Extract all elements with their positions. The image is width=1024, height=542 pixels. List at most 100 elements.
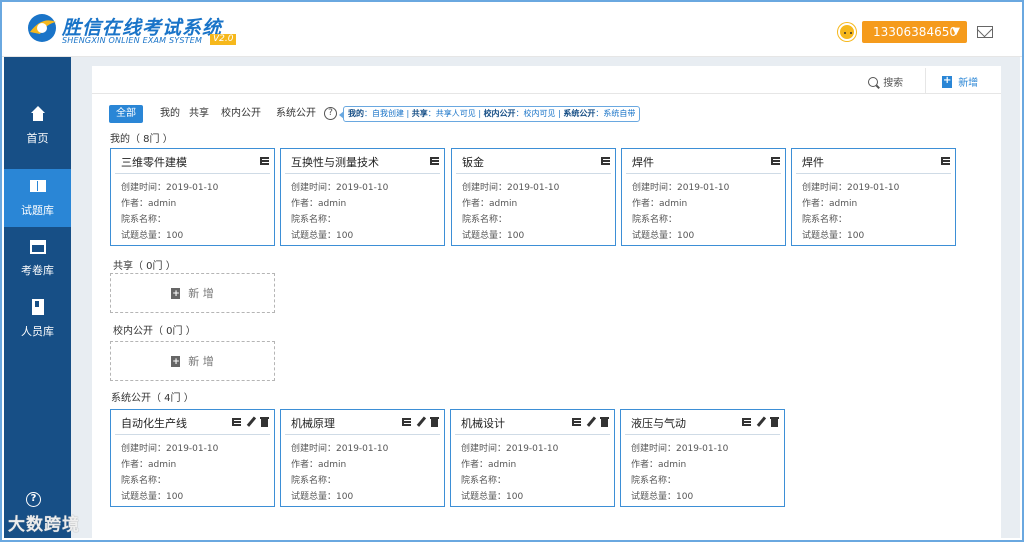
menu-icon[interactable] <box>402 417 412 427</box>
card-title[interactable]: 焊件 <box>632 154 654 170</box>
add-shared-card[interactable]: 新 增 <box>110 273 275 314</box>
menu-icon[interactable] <box>771 156 781 166</box>
add-new-button[interactable]: 新增 <box>942 74 978 89</box>
card-title[interactable]: 自动化生产线 <box>121 415 187 431</box>
field-label: 作者： <box>291 199 319 209</box>
card-dept-row: 院系名称： <box>632 212 785 228</box>
card-total: 100 <box>166 492 184 502</box>
card-body: 创建时间：2019-01-10 作者：admin 院系名称： 试题总量：100 <box>792 174 955 244</box>
card-title[interactable]: 钣金 <box>462 154 484 170</box>
calendar-icon <box>29 238 46 254</box>
sidebar-item-people[interactable]: 人员库 <box>4 290 71 348</box>
course-card[interactable]: 焊件创建时间：2019-01-10 作者：admin 院系名称： 试题总量：100 <box>791 148 956 246</box>
add-new-label: 新增 <box>958 78 979 89</box>
field-label: 作者： <box>291 460 319 470</box>
search-button[interactable]: 搜索 <box>868 74 903 89</box>
mail-icon[interactable] <box>977 26 993 38</box>
legend-value: ：共享人可见 | <box>427 109 484 118</box>
course-card[interactable]: 液压与气动创建时间：2019-01-10 作者：admin 院系名称： 试题总量：10… <box>620 409 785 507</box>
card-total-row: 试题总量：100 <box>291 489 444 505</box>
card-total: 100 <box>506 492 524 502</box>
course-card[interactable]: 机械原理 创建时间：2019-01-10 作者：admin 院系名称： 试题总量：100 <box>280 409 445 507</box>
card-total: 100 <box>677 231 695 241</box>
filter-mine[interactable]: 我的 <box>160 105 180 123</box>
field-label: 试题总量： <box>291 231 337 241</box>
field-label: 作者： <box>121 199 149 209</box>
menu-icon[interactable] <box>232 417 242 427</box>
user-avatar-icon[interactable] <box>838 23 856 41</box>
course-card[interactable]: 焊件创建时间：2019-01-10 作者：admin 院系名称： 试题总量：100 <box>621 148 786 246</box>
field-label: 创建时间： <box>632 183 678 193</box>
trash-icon[interactable] <box>770 417 780 427</box>
card-title[interactable]: 焊件 <box>802 154 824 170</box>
card-created-row: 创建时间：2019-01-10 <box>632 180 785 196</box>
field-label: 创建时间： <box>462 183 508 193</box>
card-total-row: 试题总量：100 <box>631 489 784 505</box>
card-author-row: 作者：admin <box>802 196 955 212</box>
course-card[interactable]: 自动化生产线 创建时间：2019-01-10 作者：admin 院系名称： 试题总量：1… <box>110 409 275 507</box>
section-title-school: 校内公开（ 0门 ） <box>113 326 196 337</box>
card-body: 创建时间：2019-01-10 作者：admin 院系名称： 试题总量：100 <box>622 174 785 244</box>
card-title[interactable]: 机械设计 <box>461 415 505 431</box>
card-title[interactable]: 液压与气动 <box>631 415 686 431</box>
card-title[interactable]: 三维零件建模 <box>121 154 187 170</box>
course-card[interactable]: 钣金 创建时间：2019-01-10 作者：admin 院系名称： 试题总量：100 <box>451 148 616 246</box>
course-card[interactable]: 互换性与测量技术 创建时间：2019-01-10 作者：admin 院系名称： 试题总量… <box>280 148 445 246</box>
card-total: 100 <box>507 231 525 241</box>
field-label: 试题总量： <box>802 231 848 241</box>
edit-icon[interactable] <box>756 417 766 427</box>
help-circle-icon[interactable]: ? <box>324 107 337 120</box>
menu-icon[interactable] <box>601 156 611 166</box>
card-author-row: 作者：admin <box>631 457 784 473</box>
user-menu-button[interactable]: 13306384650 ▼ <box>862 21 967 43</box>
card-total-row: 试题总量：100 <box>632 228 785 244</box>
card-created-row: 创建时间：2019-01-10 <box>631 441 784 457</box>
edit-icon[interactable] <box>586 417 596 427</box>
help-icon[interactable]: ? <box>26 492 41 507</box>
card-total-row: 试题总量：100 <box>802 228 955 244</box>
menu-icon[interactable] <box>941 156 951 166</box>
field-label: 作者： <box>121 460 149 470</box>
menu-icon[interactable] <box>742 417 752 427</box>
course-card[interactable]: 三维零件建模 创建时间：2019-01-10 作者：admin 院系名称： 试题总量：1… <box>110 148 275 246</box>
filter-shared[interactable]: 共享 <box>189 105 209 123</box>
course-card[interactable]: 机械设计 创建时间：2019-01-10 作者：admin 院系名称： 试题总量：100 <box>450 409 615 507</box>
field-label: 院系名称： <box>291 476 337 486</box>
sidebar-item-question-bank[interactable]: 试题库 <box>4 169 71 227</box>
card-title[interactable]: 互换性与测量技术 <box>291 154 379 170</box>
card-actions <box>767 156 781 166</box>
card-dept-row: 院系名称： <box>802 212 955 228</box>
card-header: 三维零件建模 <box>115 149 270 174</box>
card-created: 2019-01-10 <box>336 183 389 193</box>
legend-value: ：自我创建 | <box>364 109 412 118</box>
menu-icon[interactable] <box>260 156 270 166</box>
card-header: 焊件 <box>796 149 951 174</box>
filter-school[interactable]: 校内公开 <box>221 105 261 123</box>
sidebar-item-paper-bank[interactable]: 考卷库 <box>4 229 71 287</box>
add-file-icon <box>171 274 181 314</box>
trash-icon[interactable] <box>260 417 270 427</box>
trash-icon[interactable] <box>600 417 610 427</box>
trash-icon[interactable] <box>430 417 440 427</box>
card-header: 液压与气动 <box>625 410 780 435</box>
card-created-row: 创建时间：2019-01-10 <box>291 441 444 457</box>
sidebar-item-label: 人员库 <box>21 325 54 338</box>
menu-icon[interactable] <box>430 156 440 166</box>
card-header: 焊件 <box>626 149 781 174</box>
card-total-row: 试题总量：100 <box>291 228 444 244</box>
field-label: 院系名称： <box>121 215 167 225</box>
edit-icon[interactable] <box>416 417 426 427</box>
filter-system[interactable]: 系统公开 <box>276 105 316 123</box>
card-title[interactable]: 机械原理 <box>291 415 335 431</box>
field-label: 院系名称： <box>631 476 677 486</box>
add-school-card[interactable]: 新 增 <box>110 341 275 382</box>
card-author-row: 作者：admin <box>462 196 615 212</box>
card-actions <box>256 156 270 166</box>
filter-all[interactable]: 全部 <box>109 105 143 123</box>
sidebar-item-home[interactable]: 首页 <box>4 97 71 155</box>
card-created-row: 创建时间：2019-01-10 <box>802 180 955 196</box>
menu-icon[interactable] <box>572 417 582 427</box>
card-dept-row: 院系名称： <box>291 473 444 489</box>
card-actions <box>937 156 951 166</box>
edit-icon[interactable] <box>246 417 256 427</box>
